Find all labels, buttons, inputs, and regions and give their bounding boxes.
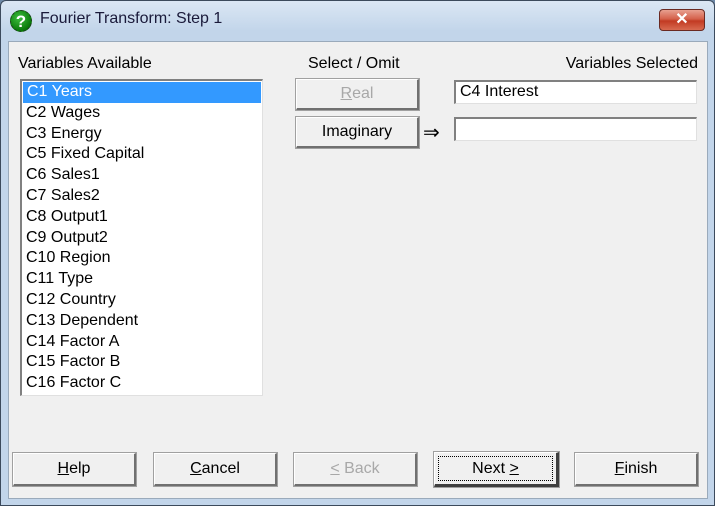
real-mnemonic: R [340, 85, 353, 102]
list-item[interactable]: C15 Factor B [22, 352, 262, 373]
next-button[interactable]: Next > [433, 451, 560, 488]
help-label: elp [69, 460, 91, 477]
imaginary-button[interactable]: Imaginary [295, 116, 420, 149]
finish-label: inish [624, 460, 658, 477]
list-item[interactable]: C6 Sales1 [22, 165, 262, 186]
list-item[interactable]: C3 Energy [22, 124, 262, 145]
window-title: Fourier Transform: Step 1 [40, 10, 223, 27]
back-mnemonic: < [330, 460, 340, 477]
real-variable-field[interactable]: C4 Interest [454, 80, 697, 104]
variables-available-list[interactable]: C1 Years C2 Wages C3 Energy C5 Fixed Capita… [20, 79, 263, 396]
list-item[interactable]: C12 Country [22, 290, 262, 311]
right-double-arrow-icon: ⇒ [423, 122, 440, 144]
back-label: Back [339, 460, 380, 477]
real-button[interactable]: Real [295, 78, 420, 111]
help-button[interactable]: Help [12, 452, 137, 487]
list-item[interactable]: C9 Output2 [22, 228, 262, 249]
finish-mnemonic: F [614, 460, 625, 477]
list-item[interactable]: C5 Fixed Capital [22, 144, 262, 165]
cancel-label: ancel [201, 460, 240, 477]
cancel-mnemonic: C [190, 460, 202, 477]
real-label: eal [352, 85, 374, 102]
dialog-body: Variables Available C1 Years C2 Wages C3 E… [8, 41, 708, 499]
list-item[interactable]: C11 Type [22, 269, 262, 290]
focus-rectangle [438, 456, 553, 481]
list-item[interactable]: C7 Sales2 [22, 186, 262, 207]
cancel-button[interactable]: Cancel [153, 452, 278, 487]
list-item[interactable]: C10 Region [22, 248, 262, 269]
close-icon: ✕ [675, 11, 689, 28]
select-omit-label: Select / Omit [308, 55, 400, 72]
close-button[interactable]: ✕ [659, 9, 705, 31]
finish-button[interactable]: Finish [574, 452, 699, 487]
list-item[interactable]: C13 Dependent [22, 311, 262, 332]
help-mnemonic: H [57, 460, 70, 477]
variables-available-label: Variables Available [18, 55, 152, 72]
list-item[interactable]: C2 Wages [22, 103, 262, 124]
imaginary-variable-field[interactable] [454, 117, 697, 141]
variables-selected-label: Variables Selected [565, 55, 698, 72]
title-bar[interactable]: ? Fourier Transform: Step 1 ✕ [1, 1, 714, 41]
list-item[interactable]: C14 Factor A [22, 332, 262, 353]
back-button[interactable]: < Back [293, 452, 418, 487]
list-item[interactable]: C16 Factor C [22, 373, 262, 394]
list-item[interactable]: C8 Output1 [22, 207, 262, 228]
fourier-transform-dialog: ? Fourier Transform: Step 1 ✕ Variables … [0, 0, 715, 506]
list-item[interactable]: C1 Years [23, 82, 261, 103]
help-question-icon: ? [10, 10, 32, 32]
imaginary-label: Imaginary [321, 123, 393, 140]
